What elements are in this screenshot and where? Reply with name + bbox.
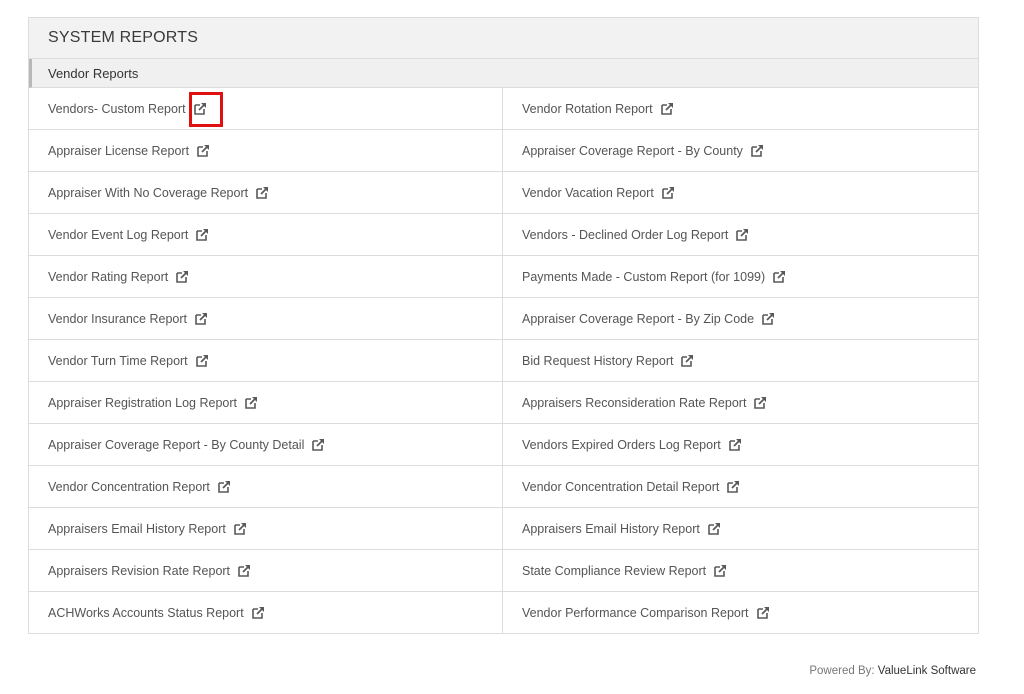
report-cell: State Compliance Review Report	[503, 550, 978, 591]
report-link[interactable]: Appraiser With No Coverage Report	[48, 186, 248, 200]
external-link-icon[interactable]	[754, 396, 767, 409]
external-link-icon[interactable]	[773, 270, 786, 283]
table-row: Vendor Event Log Report Vendors - Decline…	[29, 214, 978, 256]
report-link[interactable]: Appraiser Coverage Report - By County De…	[48, 438, 304, 452]
table-row: Appraiser License Report Appraiser Covera…	[29, 130, 978, 172]
report-link[interactable]: Payments Made - Custom Report (for 1099)	[522, 270, 765, 284]
report-link[interactable]: Bid Request History Report	[522, 354, 673, 368]
report-cell: Appraiser Coverage Report - By County De…	[29, 424, 503, 465]
report-cell: Vendor Rotation Report	[503, 88, 978, 129]
report-link[interactable]: Appraisers Email History Report	[522, 522, 700, 536]
report-link[interactable]: Appraisers Reconsideration Rate Report	[522, 396, 746, 410]
external-link-icon[interactable]	[251, 606, 265, 619]
report-cell: Appraisers Reconsideration Rate Report	[503, 382, 978, 423]
external-link-icon[interactable]	[256, 186, 269, 199]
report-cell: Vendor Concentration Detail Report	[503, 466, 978, 507]
report-link[interactable]: Appraiser Registration Log Report	[48, 396, 237, 410]
external-link-icon[interactable]	[751, 144, 764, 157]
report-list: Vendors- Custom Report Vendor Rotation Re…	[29, 88, 978, 634]
report-link[interactable]: Vendor Concentration Report	[48, 480, 210, 494]
report-link[interactable]: Vendor Rating Report	[48, 270, 168, 284]
report-cell: Appraiser Coverage Report - By Zip Code	[503, 298, 978, 339]
report-link[interactable]: Vendor Turn Time Report	[48, 354, 188, 368]
table-row: Vendor Insurance Report Appraiser Coverag…	[29, 298, 978, 340]
footer-brand: ValueLink Software	[877, 665, 976, 677]
external-link-icon[interactable]	[238, 564, 251, 577]
report-cell: Appraiser With No Coverage Report	[29, 172, 503, 213]
report-cell: Vendor Turn Time Report	[29, 340, 503, 381]
external-link-icon[interactable]	[727, 480, 740, 493]
external-link-icon[interactable]	[662, 186, 675, 199]
report-link[interactable]: Vendor Concentration Detail Report	[522, 480, 719, 494]
section-title: Vendor Reports	[29, 59, 978, 88]
report-cell: Appraiser Coverage Report - By County	[503, 130, 978, 171]
footer-prefix: Powered By:	[809, 665, 875, 677]
table-row: Vendor Turn Time Report Bid Request Histo…	[29, 340, 978, 382]
external-link-icon[interactable]	[197, 144, 210, 157]
report-link[interactable]: Vendor Insurance Report	[48, 312, 187, 326]
table-row: Appraiser Coverage Report - By County De…	[29, 424, 978, 466]
report-link[interactable]: Appraiser Coverage Report - By Zip Code	[522, 312, 754, 326]
table-row: Vendor Concentration Report Vendor Concen…	[29, 466, 978, 508]
report-cell: ACHWorks Accounts Status Report	[29, 592, 503, 633]
external-link-icon[interactable]	[728, 438, 742, 451]
report-cell: Vendor Concentration Report	[29, 466, 503, 507]
report-link[interactable]: Vendor Performance Comparison Report	[522, 606, 749, 620]
report-link[interactable]: Appraisers Email History Report	[48, 522, 226, 536]
table-row: Appraisers Email History Report Appraiser…	[29, 508, 978, 550]
external-link-icon[interactable]	[245, 396, 258, 409]
report-link[interactable]: Appraiser Coverage Report - By County	[522, 144, 743, 158]
report-cell: Appraiser License Report	[29, 130, 503, 171]
table-row: Vendors- Custom Report Vendor Rotation Re…	[29, 88, 978, 130]
report-link[interactable]: Vendor Vacation Report	[522, 186, 654, 200]
report-cell: Vendor Insurance Report	[29, 298, 503, 339]
table-row: Appraiser Registration Log Report Apprais…	[29, 382, 978, 424]
report-cell: Payments Made - Custom Report (for 1099)	[503, 256, 978, 297]
report-cell: Vendor Performance Comparison Report	[503, 592, 978, 633]
external-link-icon[interactable]	[756, 606, 770, 619]
report-link[interactable]: Vendor Event Log Report	[48, 228, 188, 242]
report-link[interactable]: Appraisers Revision Rate Report	[48, 564, 230, 578]
report-cell: Vendors Expired Orders Log Report	[503, 424, 978, 465]
report-cell: Appraisers Revision Rate Report	[29, 550, 503, 591]
external-link-icon[interactable]	[708, 522, 721, 535]
report-cell: Bid Request History Report	[503, 340, 978, 381]
report-link[interactable]: Vendors - Declined Order Log Report	[522, 228, 728, 242]
external-link-icon[interactable]	[195, 312, 208, 325]
external-link-icon[interactable]	[196, 228, 209, 241]
table-row: Appraiser With No Coverage Report Vendor …	[29, 172, 978, 214]
report-cell: Appraiser Registration Log Report	[29, 382, 503, 423]
external-link-icon[interactable]	[736, 228, 749, 241]
system-reports-panel: SYSTEM REPORTS Vendor Reports Vendors- C…	[28, 17, 979, 634]
report-cell: Vendor Vacation Report	[503, 172, 978, 213]
report-link[interactable]: ACHWorks Accounts Status Report	[48, 606, 244, 620]
external-link-icon[interactable]	[176, 270, 189, 283]
footer: Powered By: ValueLink Software	[809, 665, 976, 677]
external-link-icon[interactable]	[681, 354, 694, 367]
report-link[interactable]: Vendor Rotation Report	[522, 102, 653, 116]
external-link-icon[interactable]	[218, 480, 231, 493]
report-link[interactable]: Vendors- Custom Report	[48, 102, 186, 116]
external-link-icon[interactable]	[312, 438, 325, 451]
report-cell: Vendors - Declined Order Log Report	[503, 214, 978, 255]
report-link[interactable]: State Compliance Review Report	[522, 564, 706, 578]
external-link-icon[interactable]	[660, 102, 674, 115]
table-row: Vendor Rating Report Payments Made - Cust…	[29, 256, 978, 298]
report-cell: Vendor Rating Report	[29, 256, 503, 297]
external-link-icon[interactable]	[195, 354, 209, 367]
panel-title: SYSTEM REPORTS	[29, 18, 978, 59]
report-cell: Vendors- Custom Report	[29, 88, 503, 129]
external-link-icon[interactable]	[234, 522, 247, 535]
external-link-icon[interactable]	[762, 312, 775, 325]
report-link[interactable]: Appraiser License Report	[48, 144, 189, 158]
report-cell: Vendor Event Log Report	[29, 214, 503, 255]
report-cell: Appraisers Email History Report	[29, 508, 503, 549]
report-cell: Appraisers Email History Report	[503, 508, 978, 549]
external-link-icon[interactable]	[714, 564, 727, 577]
external-link-icon[interactable]	[193, 102, 207, 115]
report-link[interactable]: Vendors Expired Orders Log Report	[522, 438, 721, 452]
table-row: Appraisers Revision Rate Report State Com…	[29, 550, 978, 592]
table-row: ACHWorks Accounts Status Report Vendor Pe…	[29, 592, 978, 634]
